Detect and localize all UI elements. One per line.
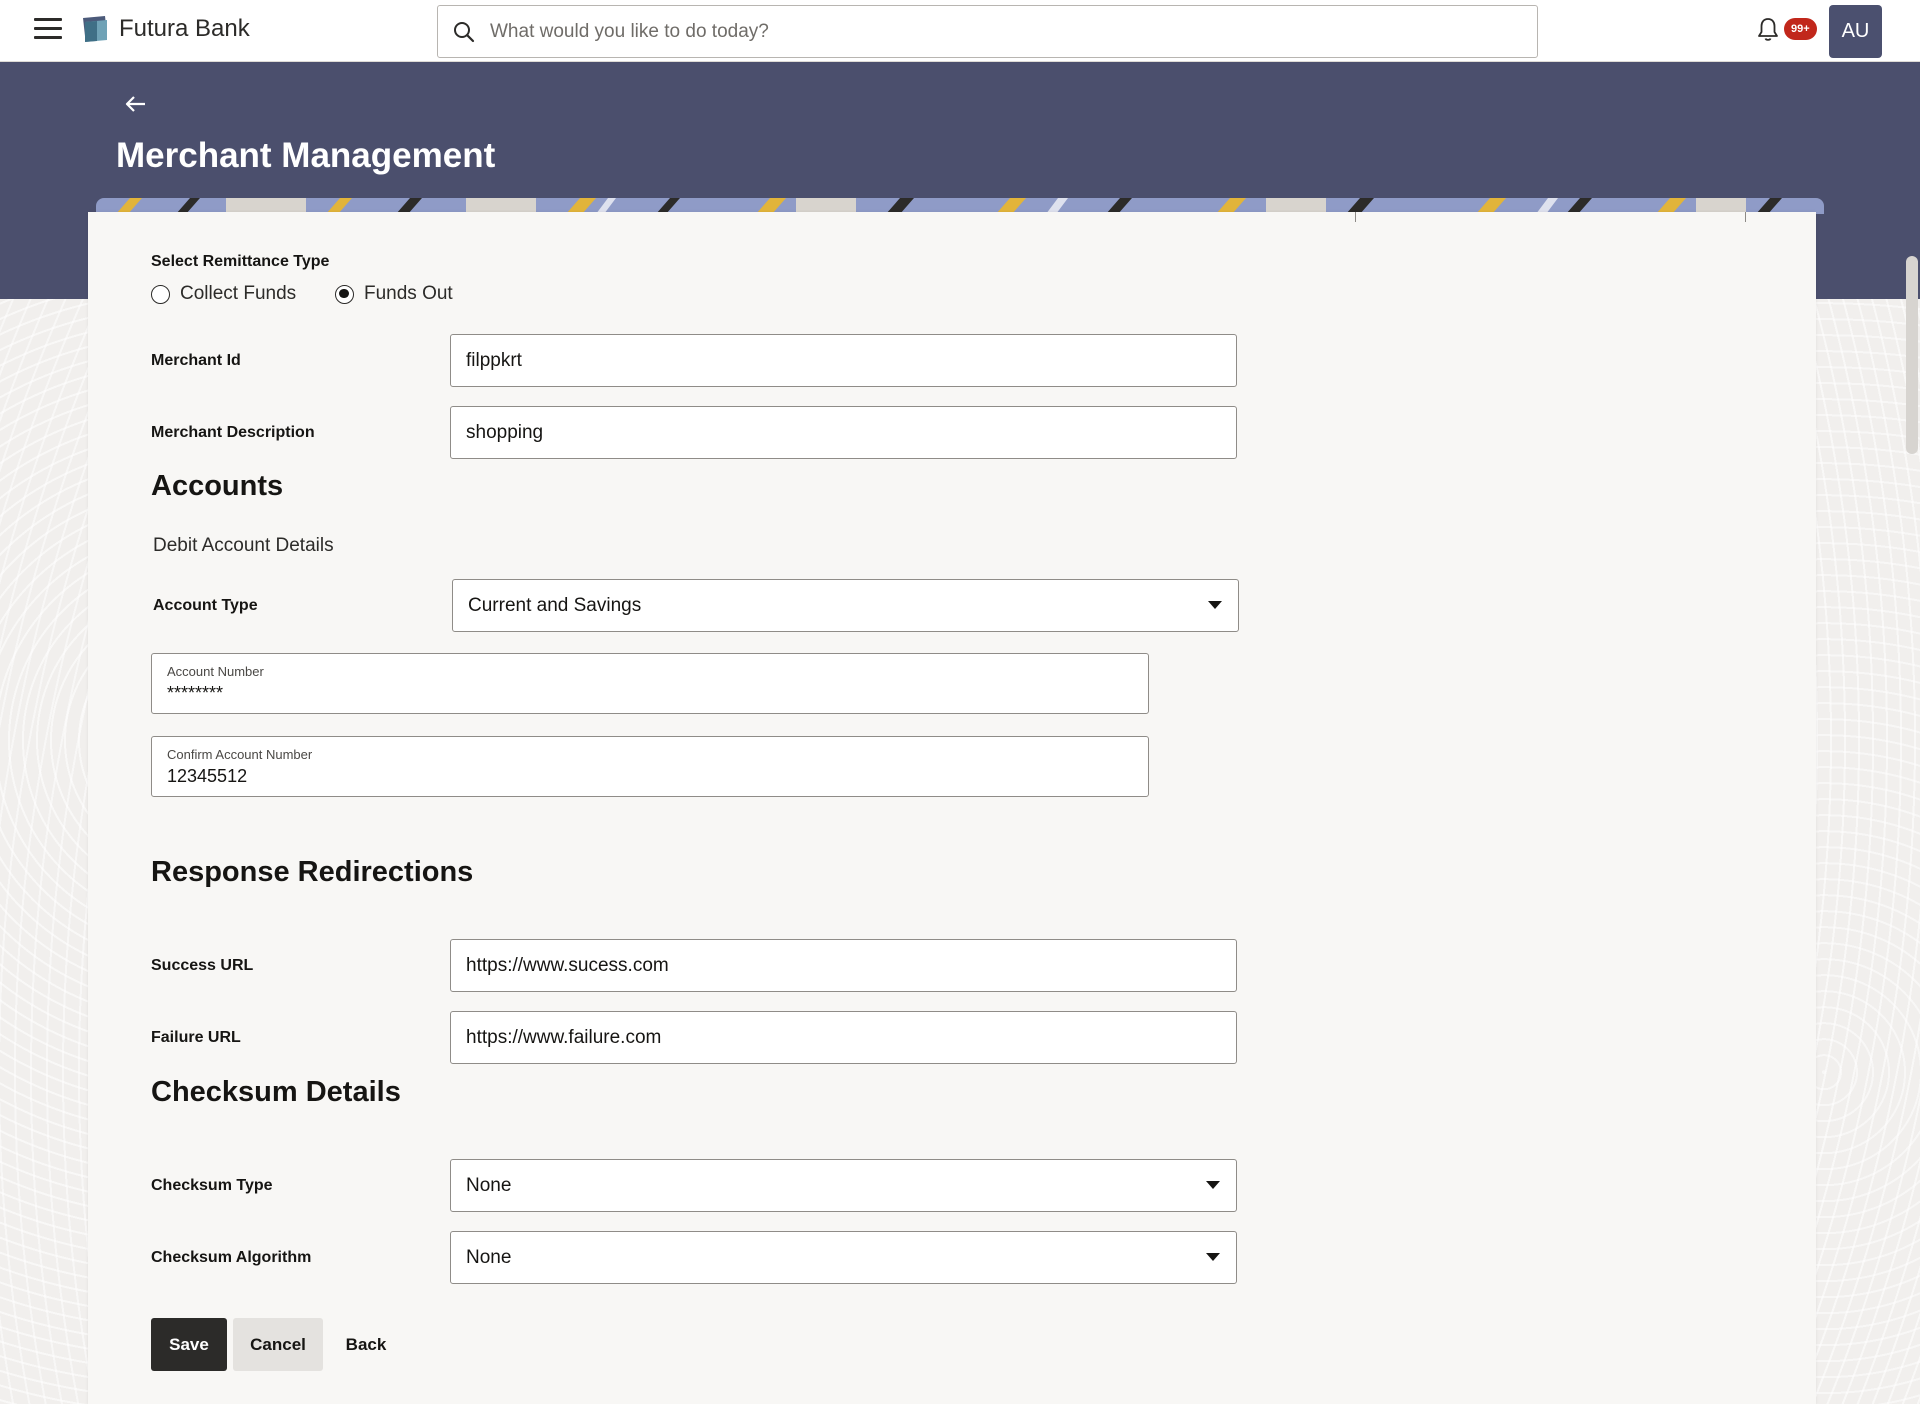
radio-button-selected[interactable] [335,284,354,304]
merchant-id-label: Merchant Id [151,352,241,369]
success-url-value: https://www.sucess.com [466,955,669,976]
checksum-type-value: None [466,1175,512,1196]
search-icon [454,22,475,43]
hamburger-icon[interactable] [34,18,62,42]
merchant-id-value: filppkrt [466,350,522,371]
chevron-down-icon [1206,1253,1220,1261]
failure-url-value: https://www.failure.com [466,1027,662,1048]
account-type-label: Account Type [153,597,258,614]
brand-name[interactable]: Futura Bank [119,15,250,43]
checksum-type-label: Checksum Type [151,1177,273,1194]
checksum-type-select[interactable]: None [450,1159,1237,1212]
merchant-id-input[interactable]: filppkrt [450,334,1237,387]
checksum-details-title: Checksum Details [151,1076,401,1108]
account-number-label: Account Number [167,664,264,679]
user-avatar[interactable]: AU [1829,5,1882,58]
confirm-account-number-field[interactable]: Confirm Account Number 12345512 [151,736,1149,797]
confirm-account-number-value: 12345512 [167,766,248,786]
account-type-value: Current and Savings [468,595,642,616]
cancel-button[interactable]: Cancel [233,1318,323,1371]
response-redirections-title: Response Redirections [151,856,474,888]
bank-logo-icon[interactable] [80,14,110,44]
divider-tick [1355,212,1356,222]
page-scrollbar[interactable] [1906,256,1918,454]
success-url-label: Success URL [151,957,254,974]
merchant-description-value: shopping [466,422,544,443]
debit-account-subtitle: Debit Account Details [153,535,334,556]
failure-url-input[interactable]: https://www.failure.com [450,1011,1237,1064]
radio-label: Funds Out [364,283,453,304]
top-header: Futura Bank 99+ AU [0,0,1920,62]
checksum-algorithm-value: None [466,1247,512,1268]
radio-button[interactable] [151,284,170,304]
remittance-type-label: Select Remittance Type [151,253,330,270]
bell-icon[interactable] [1756,16,1780,44]
radio-label: Collect Funds [180,283,297,304]
merchant-description-label: Merchant Description [151,424,315,441]
confirm-account-number-label: Confirm Account Number [167,747,313,762]
account-type-select[interactable]: Current and Savings [452,579,1239,632]
chevron-down-icon [1208,601,1222,609]
merchant-description-input[interactable]: shopping [450,406,1237,459]
account-number-value: ******** [167,683,224,703]
accounts-section-title: Accounts [151,470,284,502]
back-arrow-icon[interactable] [124,92,148,116]
success-url-input[interactable]: https://www.sucess.com [450,939,1237,992]
merchant-form-card: Select Remittance Type Collect Funds Fun… [88,212,1816,1404]
page-title: Merchant Management [116,136,496,175]
back-button[interactable]: Back [338,1318,394,1371]
failure-url-label: Failure URL [151,1029,241,1046]
radio-collect-funds[interactable]: Collect Funds [151,283,296,305]
save-button[interactable]: Save [151,1318,227,1371]
radio-funds-out[interactable]: Funds Out [335,283,453,305]
search-input[interactable] [490,6,1530,57]
checksum-algorithm-label: Checksum Algorithm [151,1249,312,1266]
chevron-down-icon [1206,1181,1220,1189]
account-number-field[interactable]: Account Number ******** [151,653,1149,714]
notification-badge[interactable]: 99+ [1784,18,1817,40]
divider-tick [1745,212,1746,222]
checksum-algorithm-select[interactable]: None [450,1231,1237,1284]
global-search[interactable] [437,5,1538,58]
